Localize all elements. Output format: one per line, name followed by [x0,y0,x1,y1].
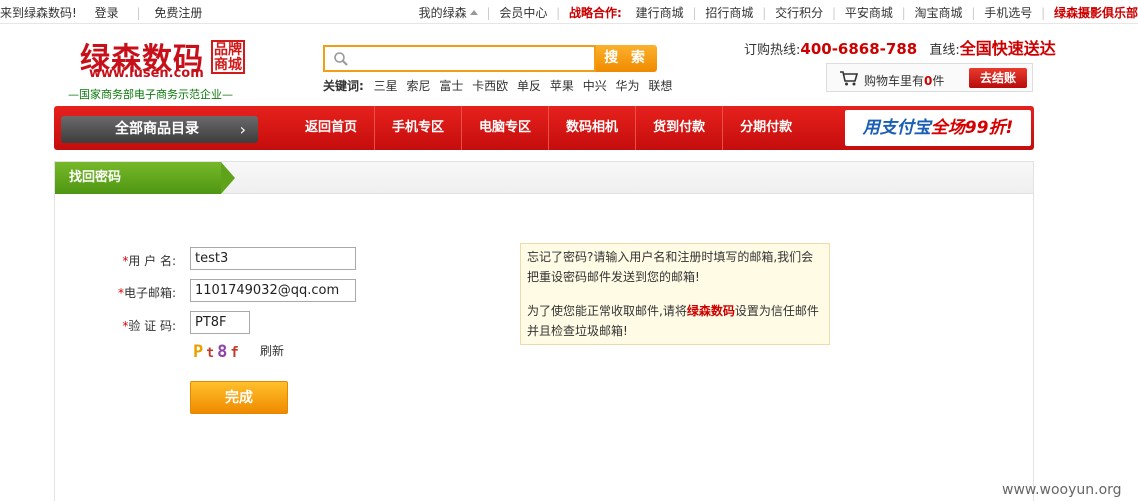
keyword-link[interactable]: 卡西欧 [472,79,508,93]
tip-text-2: 为了使您能正常收取邮件,请将绿森数码设置为信任邮件并且检查垃圾邮箱! [527,301,823,341]
site-logo[interactable]: 绿森数码 品牌商城 www.lusen.com —国家商务部电子商务示范企业— [68,34,254,101]
hot-keywords: 关键词: 三星 索尼 富士 卡西欧 单反 苹果 中兴 华为 联想 [323,77,677,94]
divider: | [486,6,491,20]
nav-items: 返回首页 手机专区 电脑专区 数码相机 货到付款 分期付款 [288,106,809,150]
search-button[interactable]: 搜 索 [596,45,657,72]
my-account-label: 我的绿森 [418,6,467,20]
nav-item-computers[interactable]: 电脑专区 [462,106,550,150]
partner-link-2[interactable]: 交行积分 [770,6,828,20]
logo-url: www.lusen.com [89,66,204,81]
captcha-image[interactable]: Pt8f [191,340,243,362]
partner-link-3[interactable]: 平安商城 [840,6,898,20]
divider: | [831,6,836,20]
watermark: www.wooyun.org [1002,482,1122,498]
keywords-label: 关键词: [323,79,364,93]
keyword-link[interactable]: 单反 [517,79,541,93]
promo-red-text: 全场99折! [930,118,1014,138]
keyword-link[interactable]: 苹果 [550,79,574,93]
tip-brand: 绿森数码 [686,304,735,318]
keyword-link[interactable]: 联想 [648,79,672,93]
nav-item-cameras[interactable]: 数码相机 [549,106,637,150]
welcome-text: 来到绿森数码! [0,6,77,20]
direct-label: 直线: [929,43,960,58]
order-hotline: 订购热线:400-6868-788 直线:全国快速送达 [744,35,1056,59]
divider: | [1041,6,1046,20]
partner-link-5[interactable]: 手机选号 [979,6,1037,20]
caret-up-icon [469,10,478,15]
tip-gap [527,287,823,301]
search-box [323,45,596,72]
all-products-menu[interactable]: 全部商品目录 › [61,116,258,143]
nav-item-phones[interactable]: 手机专区 [375,106,463,150]
captcha-label-text: 验 证 码: [128,319,176,333]
username-label: *用 户 名: [96,252,176,269]
chevron-right-icon: › [239,120,246,139]
nav-item-installment[interactable]: 分期付款 [723,106,809,150]
promo-blue-text: 用支付宝 [862,118,931,138]
email-input[interactable] [190,279,356,302]
checkout-button[interactable]: 去结账 [969,68,1027,88]
login-link[interactable]: 登录 [95,6,119,20]
keyword-link[interactable]: 中兴 [583,79,607,93]
alipay-promo-banner[interactable]: 用支付宝全场99折! [845,110,1031,146]
photo-club-link[interactable]: 绿森摄影俱乐部 [1049,6,1138,20]
panel-title: 找回密码 [55,162,235,194]
tip-text-1: 忘记了密码?请输入用户名和注册时填写的邮箱,我们会把重设密码邮件发送到您的邮箱! [527,250,814,284]
logo-slogan: —国家商务部电子商务示范企业— [68,88,233,101]
keyword-link[interactable]: 三星 [374,79,398,93]
help-tip-box: 忘记了密码?请输入用户名和注册时填写的邮箱,我们会把重设密码邮件发送到您的邮箱!… [520,243,830,345]
username-label-text: 用 户 名: [128,254,176,268]
cart-summary: 购物车里有0件 [864,72,944,89]
panel-header: 找回密码 [55,162,1033,194]
email-label-text: 电子邮箱: [123,286,176,300]
divider: | [692,6,697,20]
captcha-refresh-link[interactable]: 刷新 [260,342,284,359]
email-label: *电子邮箱: [96,284,176,301]
top-bar-left: 来到绿森数码! 登录 | 免费注册 [0,4,216,21]
direct-text: 全国快速送达 [959,39,1056,58]
top-bar-right: 我的绿森 | 会员中心 | 战略合作: 建行商城 | 招行商城 | 交行积分 |… [414,4,1138,21]
tip-text-2-pre: 为了使您能正常收取邮件,请将 [527,304,687,318]
cart-suffix: 件 [932,74,945,88]
top-bar: 来到绿森数码! 登录 | 免费注册 我的绿森 | 会员中心 | 战略合作: 建行… [0,0,1138,24]
partners-label: 战略合作: [569,6,622,20]
divider: | [762,6,767,20]
search-input[interactable] [351,47,581,69]
register-link[interactable]: 免费注册 [154,6,202,20]
divider: | [136,6,141,20]
divider: | [901,6,906,20]
divider: | [556,6,561,20]
keyword-link[interactable]: 华为 [616,79,640,93]
keyword-link[interactable]: 富士 [439,79,463,93]
submit-button[interactable]: 完成 [190,381,288,414]
hotline-label: 订购热线: [744,43,801,58]
all-products-label: 全部商品目录 [115,121,199,137]
cart-prefix: 购物车里有 [864,74,925,88]
username-input[interactable] [190,247,356,270]
search-bar: 搜 索 [323,45,657,72]
my-account-link[interactable]: 我的绿森 [414,6,483,20]
cart-icon [840,71,859,86]
nav-item-cod[interactable]: 货到付款 [636,106,724,150]
partner-link-1[interactable]: 招行商城 [700,6,758,20]
divider: | [971,6,976,20]
partner-link-4[interactable]: 淘宝商城 [910,6,968,20]
partner-link-0[interactable]: 建行商城 [631,6,689,20]
captcha-input[interactable] [190,311,250,334]
shopping-cart[interactable]: 购物车里有0件 去结账 [826,63,1033,92]
keyword-link[interactable]: 索尼 [406,79,430,93]
nav-item-home[interactable]: 返回首页 [288,106,376,150]
hotline-number: 400-6868-788 [800,40,918,58]
captcha-image-text: Pt8f [193,342,242,362]
search-icon [334,52,348,66]
logo-badge: 品牌商城 [211,40,245,74]
member-center-link[interactable]: 会员中心 [494,6,552,20]
captcha-label: *验 证 码: [96,317,176,334]
main-nav: 全部商品目录 › 返回首页 手机专区 电脑专区 数码相机 货到付款 分期付款 用… [54,106,1034,150]
